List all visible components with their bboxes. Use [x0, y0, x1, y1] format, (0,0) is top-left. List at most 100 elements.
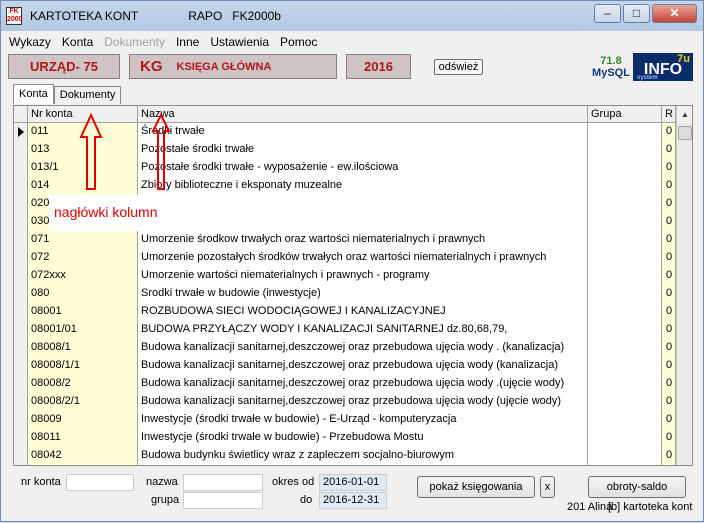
cell-grupa[interactable] — [588, 357, 662, 375]
cell-nazwa[interactable]: Budowa budynku świetlicy wraz z zaplecze… — [138, 447, 588, 465]
cell-nr-konta[interactable]: 08009 — [28, 411, 138, 429]
cell-grupa[interactable] — [588, 339, 662, 357]
cell-grupa[interactable] — [588, 231, 662, 249]
cell-nazwa[interactable]: Budowa kanalizacji sanitarnej,deszczowej… — [138, 357, 588, 375]
row-indicator[interactable] — [14, 357, 28, 375]
menu-konta[interactable]: Konta — [62, 35, 93, 49]
table-row[interactable]: 08008/1 Budowa kanalizacji sanitarnej,des… — [14, 339, 676, 357]
cell-nr-konta[interactable]: 071 — [28, 231, 138, 249]
table-row[interactable]: 08008/2/1 Budowa kanalizacji sanitarnej,d… — [14, 393, 676, 411]
cell-nr-konta[interactable]: 072xxx — [28, 267, 138, 285]
refresh-button[interactable]: odśwież — [434, 59, 483, 75]
table-row[interactable]: 080 Srodki trwałe w budowie (inwestycje) 0 — [14, 285, 676, 303]
grupa-input[interactable] — [183, 492, 263, 509]
tab-konta[interactable]: Konta — [13, 84, 54, 104]
row-indicator[interactable] — [14, 249, 28, 267]
cell-nazwa[interactable]: Inwestycje (środki trwałe w budowie) - P… — [138, 429, 588, 447]
cell-nazwa[interactable]: ROZBUDOWA SIECI WODOCIĄGOWEJ I KANALIZAC… — [138, 303, 588, 321]
tab-dokumenty[interactable]: Dokumenty — [53, 86, 122, 104]
table-row[interactable]: 08008/2 Budowa kanalizacji sanitarnej,des… — [14, 375, 676, 393]
menu-wykazy[interactable]: Wykazy — [9, 35, 51, 49]
cell-nr-konta[interactable]: 013 — [28, 141, 138, 159]
cell-r[interactable]: 0 — [662, 393, 676, 411]
cell-nr-konta[interactable]: 013/1 — [28, 159, 138, 177]
cell-r[interactable]: 0 — [662, 267, 676, 285]
table-row[interactable]: 08009 Inwestycje (środki trwałe w budowie… — [14, 411, 676, 429]
row-indicator[interactable] — [14, 429, 28, 447]
header-grupa[interactable]: Grupa — [588, 106, 662, 123]
cell-grupa[interactable] — [588, 303, 662, 321]
close-button[interactable]: ✕ — [652, 4, 697, 23]
scroll-up-icon[interactable]: ▲ — [677, 106, 692, 123]
cell-r[interactable]: 0 — [662, 249, 676, 267]
cell-grupa[interactable] — [588, 141, 662, 159]
cell-nr-konta[interactable]: 08008/2/1 — [28, 393, 138, 411]
row-indicator[interactable] — [14, 141, 28, 159]
cell-grupa[interactable] — [588, 429, 662, 447]
menu-inne[interactable]: Inne — [176, 35, 199, 49]
cell-nr-konta[interactable]: 08008/1/1 — [28, 357, 138, 375]
header-nr-konta[interactable]: Nr konta — [28, 106, 138, 123]
cell-nr-konta[interactable]: 08001/01 — [28, 321, 138, 339]
row-indicator[interactable] — [14, 303, 28, 321]
menu-dokumenty[interactable]: Dokumenty — [104, 35, 165, 49]
cell-grupa[interactable] — [588, 321, 662, 339]
table-row[interactable]: 08001/01 BUDOWA PRZYŁĄCZY WODY I KANALIZA… — [14, 321, 676, 339]
table-row[interactable]: 08042 Budowa budynku świetlicy wraz z zap… — [14, 447, 676, 465]
row-indicator[interactable] — [14, 339, 28, 357]
cell-nr-konta[interactable]: 08008/1 — [28, 339, 138, 357]
cell-nr-konta[interactable]: 072 — [28, 249, 138, 267]
cell-nazwa[interactable]: Umorzenie środkow trwałych oraz wartości… — [138, 231, 588, 249]
cell-grupa[interactable] — [588, 159, 662, 177]
do-input[interactable]: 2016-12-31 — [319, 492, 387, 509]
row-indicator[interactable] — [14, 447, 28, 465]
menu-ustawienia[interactable]: Ustawienia — [210, 35, 269, 49]
cell-grupa[interactable] — [588, 177, 662, 195]
row-indicator[interactable] — [14, 411, 28, 429]
cell-grupa[interactable] — [588, 267, 662, 285]
table-row[interactable]: 072 Umorzenie pozostałych środków trwałyc… — [14, 249, 676, 267]
scroll-thumb[interactable] — [678, 126, 692, 140]
table-row[interactable]: 013 Pozostałe środki trwałe 0 — [14, 141, 676, 159]
row-indicator[interactable] — [14, 195, 28, 213]
row-indicator[interactable] — [14, 159, 28, 177]
show-postings-button[interactable]: pokaż księgowania — [417, 476, 535, 498]
cell-grupa[interactable] — [588, 123, 662, 141]
cell-nr-konta[interactable]: 08001 — [28, 303, 138, 321]
cell-grupa[interactable] — [588, 213, 662, 231]
cell-nazwa[interactable]: BUDOWA PRZYŁĄCZY WODY I KANALIZACJI SANI… — [138, 321, 588, 339]
table-row[interactable]: 014 Zbiory biblioteczne i eksponaty muzea… — [14, 177, 676, 195]
cell-r[interactable]: 0 — [662, 303, 676, 321]
row-indicator[interactable] — [14, 213, 28, 231]
row-indicator[interactable] — [14, 267, 28, 285]
cell-r[interactable]: 0 — [662, 375, 676, 393]
cell-nazwa[interactable]: Budowa kanalizacji sanitarnej,deszczowej… — [138, 393, 588, 411]
cell-r[interactable]: 0 — [662, 141, 676, 159]
table-row[interactable]: 071 Umorzenie środkow trwałych oraz warto… — [14, 231, 676, 249]
cell-r[interactable]: 0 — [662, 321, 676, 339]
row-indicator[interactable] — [14, 321, 28, 339]
cell-r[interactable]: 0 — [662, 447, 676, 465]
row-indicator[interactable] — [14, 285, 28, 303]
cell-nazwa[interactable]: Zbiory biblioteczne i eksponaty muzealne — [138, 177, 588, 195]
cell-r[interactable]: 0 — [662, 357, 676, 375]
row-indicator[interactable] — [14, 123, 28, 141]
cell-nr-konta[interactable]: 080 — [28, 285, 138, 303]
cell-nazwa[interactable]: Budowa kanalizacji sanitarnej,deszczowej… — [138, 339, 588, 357]
cell-r[interactable]: 0 — [662, 195, 676, 213]
cell-grupa[interactable] — [588, 411, 662, 429]
cell-nr-konta[interactable]: 014 — [28, 177, 138, 195]
cell-grupa[interactable] — [588, 375, 662, 393]
cell-nr-konta[interactable]: 08008/2 — [28, 375, 138, 393]
cell-grupa[interactable] — [588, 285, 662, 303]
cell-nazwa[interactable]: Pozostałe środki trwałe - wyposażenie - … — [138, 159, 588, 177]
header-r[interactable]: R — [662, 106, 676, 123]
menu-pomoc[interactable]: Pomoc — [280, 35, 317, 49]
okres-od-input[interactable]: 2016-01-01 — [319, 474, 387, 491]
cell-grupa[interactable] — [588, 393, 662, 411]
cell-nr-konta[interactable]: 08042 — [28, 447, 138, 465]
cell-r[interactable]: 0 — [662, 159, 676, 177]
table-row[interactable]: 08011 Inwestycje (środki trwałe w budowie… — [14, 429, 676, 447]
cell-r[interactable]: 0 — [662, 285, 676, 303]
cell-r[interactable]: 0 — [662, 231, 676, 249]
